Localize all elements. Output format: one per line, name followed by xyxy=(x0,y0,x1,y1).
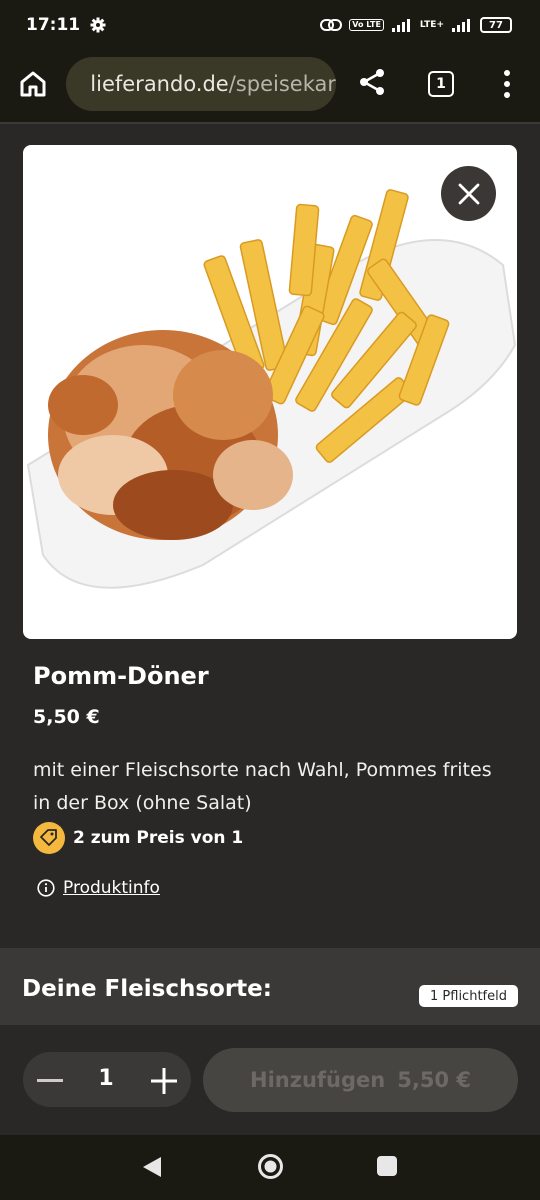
section-title: Deine Fleischsorte: xyxy=(22,976,272,1002)
product-image xyxy=(23,145,517,639)
network-type: LTE+ xyxy=(419,20,444,30)
close-button[interactable] xyxy=(441,166,496,221)
promo-banner: 2 zum Preis von 1 xyxy=(33,822,243,854)
signal-icon-2 xyxy=(452,19,470,32)
toolbar-divider xyxy=(0,122,540,124)
product-price: 5,50 € xyxy=(33,706,100,728)
add-to-cart-button[interactable]: Hinzufügen 5,50 € xyxy=(203,1048,518,1112)
signal-icon xyxy=(391,19,410,32)
status-right: Vo LTE LTE+ 77 xyxy=(320,17,512,33)
promo-text: 2 zum Preis von 1 xyxy=(73,828,244,848)
tab-switcher-button[interactable]: 1 xyxy=(428,71,454,97)
tag-icon xyxy=(33,822,65,854)
url-bar[interactable]: lieferando.de/speisekar xyxy=(66,57,336,111)
home-nav-icon[interactable] xyxy=(257,1153,284,1180)
quantity-value: 1 xyxy=(98,1066,114,1091)
battery-indicator: 77 xyxy=(480,17,512,33)
product-info-link[interactable]: Produktinfo xyxy=(37,878,160,898)
product-title: Pomm-Döner xyxy=(33,662,209,690)
tab-count: 1 xyxy=(436,76,446,92)
close-icon xyxy=(458,183,479,204)
required-badge: 1 Pflichtfeld xyxy=(419,985,518,1007)
minus-icon[interactable] xyxy=(37,1079,63,1082)
volte-indicator: Vo LTE xyxy=(349,19,384,31)
plus-icon[interactable] xyxy=(150,1067,178,1095)
product-description: mit einer Fleischsorte nach Wahl, Pommes… xyxy=(33,759,492,814)
status-bar: 17:11 Vo LTE LTE+ 77 xyxy=(0,0,540,50)
product-info-label: Produktinfo xyxy=(63,878,160,898)
info-icon xyxy=(37,879,55,897)
add-button-label: Hinzufügen xyxy=(250,1068,386,1092)
status-time: 17:11 xyxy=(26,15,81,35)
add-button-price: 5,50 € xyxy=(397,1068,471,1092)
link-icon xyxy=(320,19,343,31)
settings-gear-icon xyxy=(90,17,106,33)
product-photo xyxy=(26,189,517,589)
back-icon[interactable] xyxy=(141,1155,163,1179)
share-icon[interactable] xyxy=(356,66,388,98)
home-icon[interactable] xyxy=(17,68,49,100)
url-path: /speisekar xyxy=(228,72,336,96)
status-left: 17:11 xyxy=(26,15,106,35)
battery-level: 77 xyxy=(489,19,503,31)
url-text: lieferando.de/speisekar xyxy=(90,72,336,96)
browser-toolbar: lieferando.de/speisekar 1 xyxy=(0,50,540,122)
more-vert-icon[interactable] xyxy=(498,67,516,101)
url-domain: lieferando.de xyxy=(90,72,229,96)
recents-icon[interactable] xyxy=(377,1156,397,1176)
